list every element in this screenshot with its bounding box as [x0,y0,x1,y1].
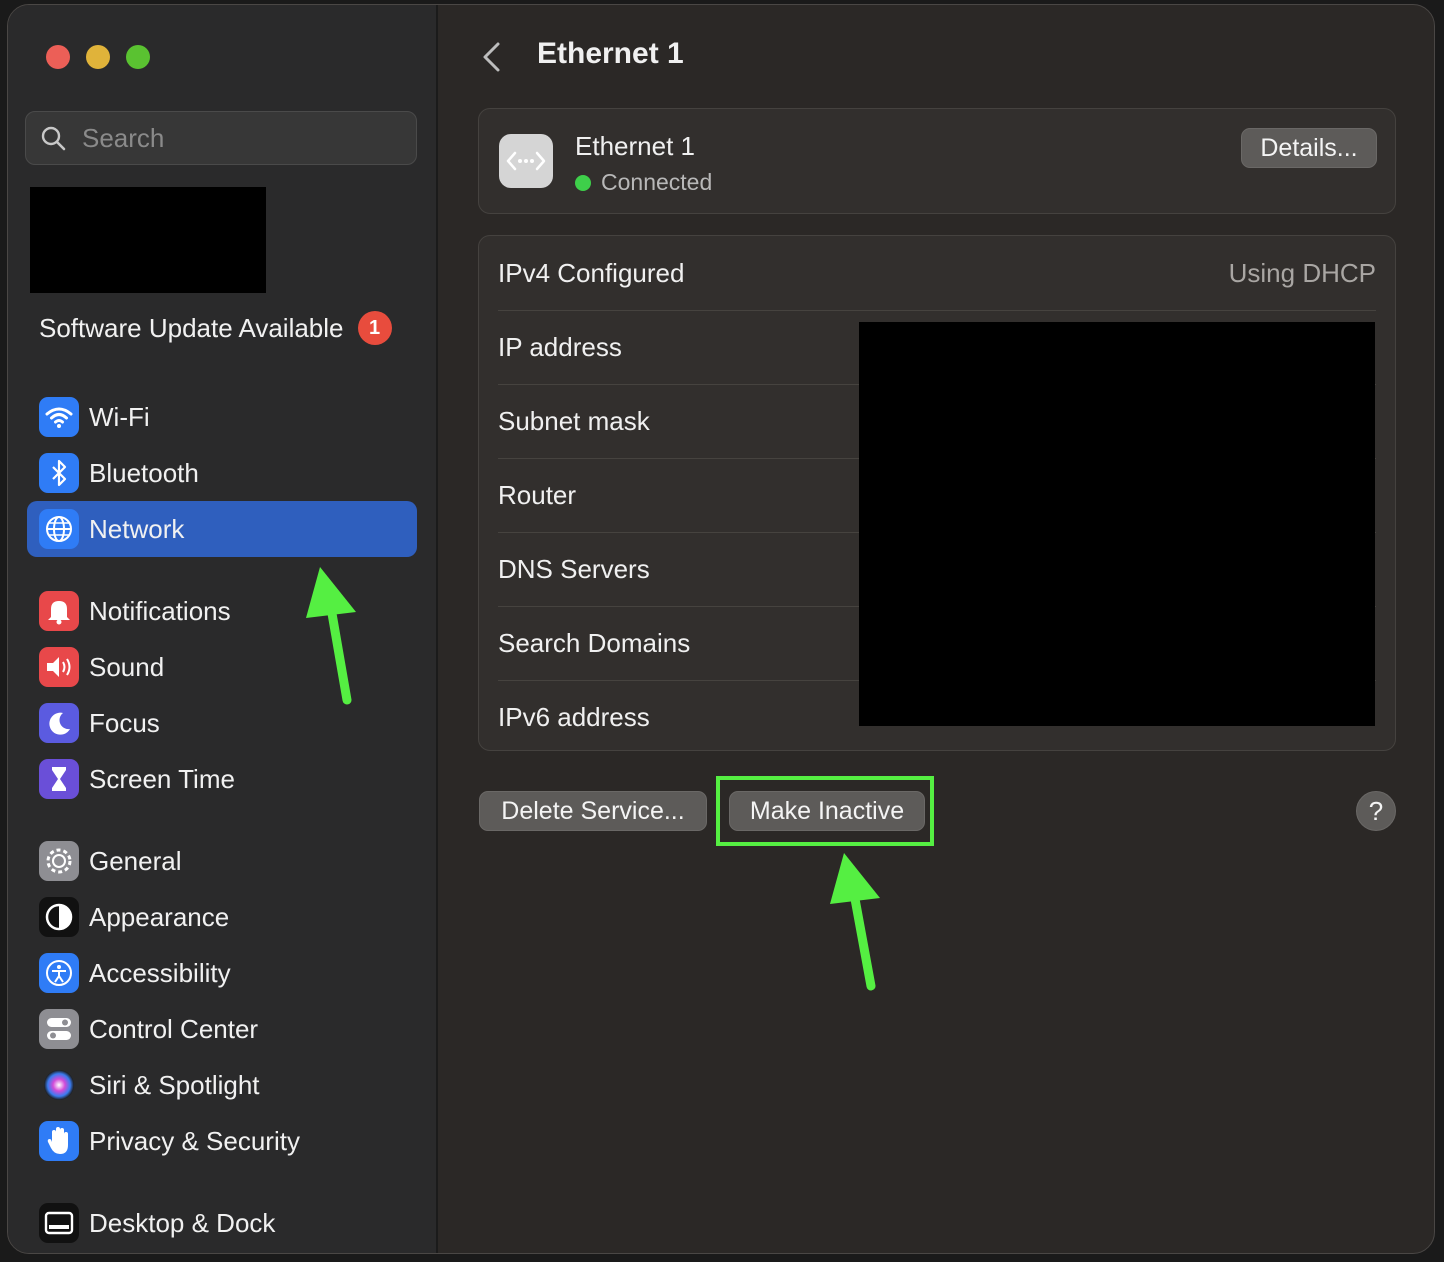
sidebar-item-label: Bluetooth [89,457,199,488]
ethernet-icon [499,134,553,188]
redacted-account-area [30,187,266,293]
ip-info-card: IPv4 Configured Using DHCP IP address Subne… [478,235,1396,751]
sidebar-item-label: Screen Time [89,763,235,794]
update-badge: 1 [357,311,392,345]
info-row-key: IP address [498,331,622,362]
service-card: Ethernet 1 Connected Details... [478,108,1396,214]
settings-window: Software Update Available 1 Wi-Fi Bluetoo… [7,4,1435,1254]
sidebar: Software Update Available 1 Wi-Fi Bluetoo… [8,5,438,1253]
window-controls [46,45,150,69]
sidebar-item-label: Focus [89,707,160,738]
back-chevron-icon[interactable] [480,41,504,73]
toggles-icon [39,1009,79,1049]
status-dot-icon [575,174,591,191]
sidebar-item-screen-time[interactable]: Screen Time [27,751,417,807]
info-row-key: IPv4 Configured [498,257,685,288]
sidebar-item-label: Network [89,513,185,544]
minimize-window-button[interactable] [86,45,110,69]
search-input[interactable] [80,121,384,155]
moon-icon [39,703,79,743]
globe-icon [39,509,79,549]
sidebar-item-control-center[interactable]: Control Center [27,1001,417,1057]
info-row-key: DNS Servers [498,553,650,584]
accessibility-icon [39,953,79,993]
search-field[interactable] [25,111,417,165]
details-button[interactable]: Details... [1241,128,1377,168]
info-row-key: Router [498,479,577,510]
delete-service-button[interactable]: Delete Service... [479,791,707,831]
info-row-key: Subnet mask [498,405,650,436]
help-button[interactable]: ? [1356,791,1396,831]
hourglass-icon [39,759,79,799]
close-window-button[interactable] [46,45,70,69]
info-row-key: IPv6 address [498,701,650,732]
siri-icon [39,1065,79,1105]
make-inactive-highlight [716,776,934,846]
sidebar-item-label: Sound [89,651,165,682]
sidebar-item-label: General [89,845,182,876]
info-row: IPv4 Configured Using DHCP [498,236,1376,311]
sidebar-item-bluetooth[interactable]: Bluetooth [27,445,417,501]
sidebar-item-focus[interactable]: Focus [27,695,417,751]
sidebar-item-label: Privacy & Security [89,1125,300,1156]
sidebar-item-siri-spotlight[interactable]: Siri & Spotlight [27,1057,417,1113]
service-status: Connected [575,169,712,196]
sidebar-item-label: Control Center [89,1013,259,1044]
redacted-network-values [859,322,1375,726]
info-row-value: Using DHCP [1228,257,1376,288]
gear-icon [39,841,79,881]
software-update-row[interactable]: Software Update Available 1 [39,311,392,345]
bluetooth-icon [39,453,79,493]
search-icon [41,126,66,151]
sidebar-item-privacy-security[interactable]: Privacy & Security [27,1113,417,1169]
dock-icon [39,1203,79,1243]
speaker-icon [39,647,79,687]
main-pane: Ethernet 1 Ethernet 1 Connected Details.… [438,5,1434,1253]
sidebar-item-general[interactable]: General [27,833,417,889]
sidebar-item-label: Wi-Fi [89,401,150,432]
appearance-icon [39,897,79,937]
status-text: Connected [601,169,713,195]
sidebar-item-network[interactable]: Network [27,501,417,557]
sidebar-item-appearance[interactable]: Appearance [27,889,417,945]
sidebar-item-label: Appearance [89,901,230,932]
bell-icon [39,591,79,631]
sidebar-item-wi-fi[interactable]: Wi-Fi [27,389,417,445]
info-row-key: Search Domains [498,627,691,658]
sidebar-item-notifications[interactable]: Notifications [27,583,417,639]
software-update-label: Software Update Available [39,312,344,343]
sidebar-item-label: Desktop & Dock [89,1207,276,1238]
sidebar-item-desktop-dock[interactable]: Desktop & Dock [27,1195,417,1251]
sidebar-item-label: Notifications [89,595,231,626]
sidebar-item-label: Siri & Spotlight [89,1069,260,1100]
sidebar-item-sound[interactable]: Sound [27,639,417,695]
hand-icon [39,1121,79,1161]
service-name: Ethernet 1 [575,131,695,161]
zoom-window-button[interactable] [126,45,150,69]
wifi-icon [39,397,79,437]
page-title: Ethernet 1 [537,37,684,70]
sidebar-item-accessibility[interactable]: Accessibility [27,945,417,1001]
sidebar-item-label: Accessibility [89,957,231,988]
